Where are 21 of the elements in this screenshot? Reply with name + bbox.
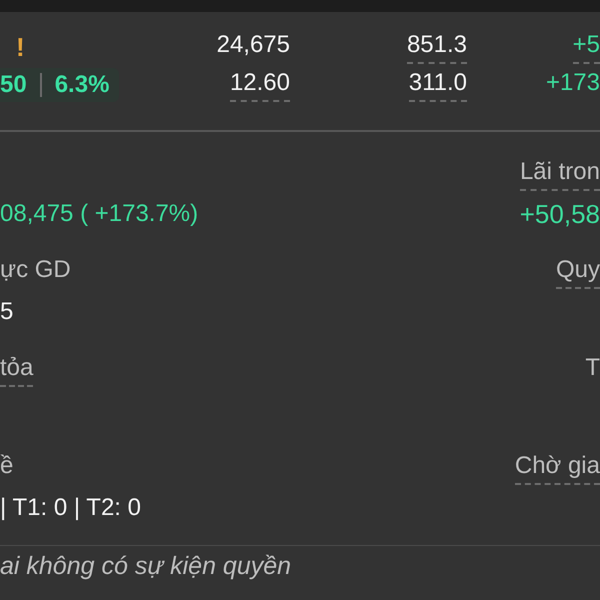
table-cell[interactable]: 311.0 bbox=[408, 68, 467, 102]
field-value: | T1: 0 | T2: 0 bbox=[0, 493, 141, 523]
warning-mark: ! bbox=[15, 32, 25, 62]
field-label: ực GD bbox=[0, 256, 71, 284]
field-value: 5 bbox=[0, 297, 14, 327]
table-cell[interactable]: +5 bbox=[572, 30, 600, 64]
field-label[interactable]: tỏa bbox=[0, 354, 34, 386]
badge-percent: 6.3% bbox=[54, 71, 110, 99]
field-label[interactable]: Chờ gia bbox=[514, 452, 600, 484]
field-value: +50,58 bbox=[520, 198, 600, 231]
field-label[interactable]: Lãi tron bbox=[520, 158, 600, 190]
field-label: T bbox=[585, 354, 600, 382]
table-cell-text: +173 bbox=[546, 68, 600, 98]
field-label[interactable]: Quy bbox=[556, 256, 600, 288]
field-label: ề bbox=[0, 452, 14, 480]
badge-value: 50 bbox=[0, 71, 27, 99]
field-value: 08,475 ( +173.7%) bbox=[0, 199, 198, 229]
table-cell[interactable]: 12.60 bbox=[230, 68, 290, 102]
table-cell-text: 24,675 bbox=[216, 30, 290, 60]
note-text: ai không có sự kiện quyền bbox=[0, 552, 292, 580]
table-cell[interactable]: 851.3 bbox=[406, 30, 467, 64]
